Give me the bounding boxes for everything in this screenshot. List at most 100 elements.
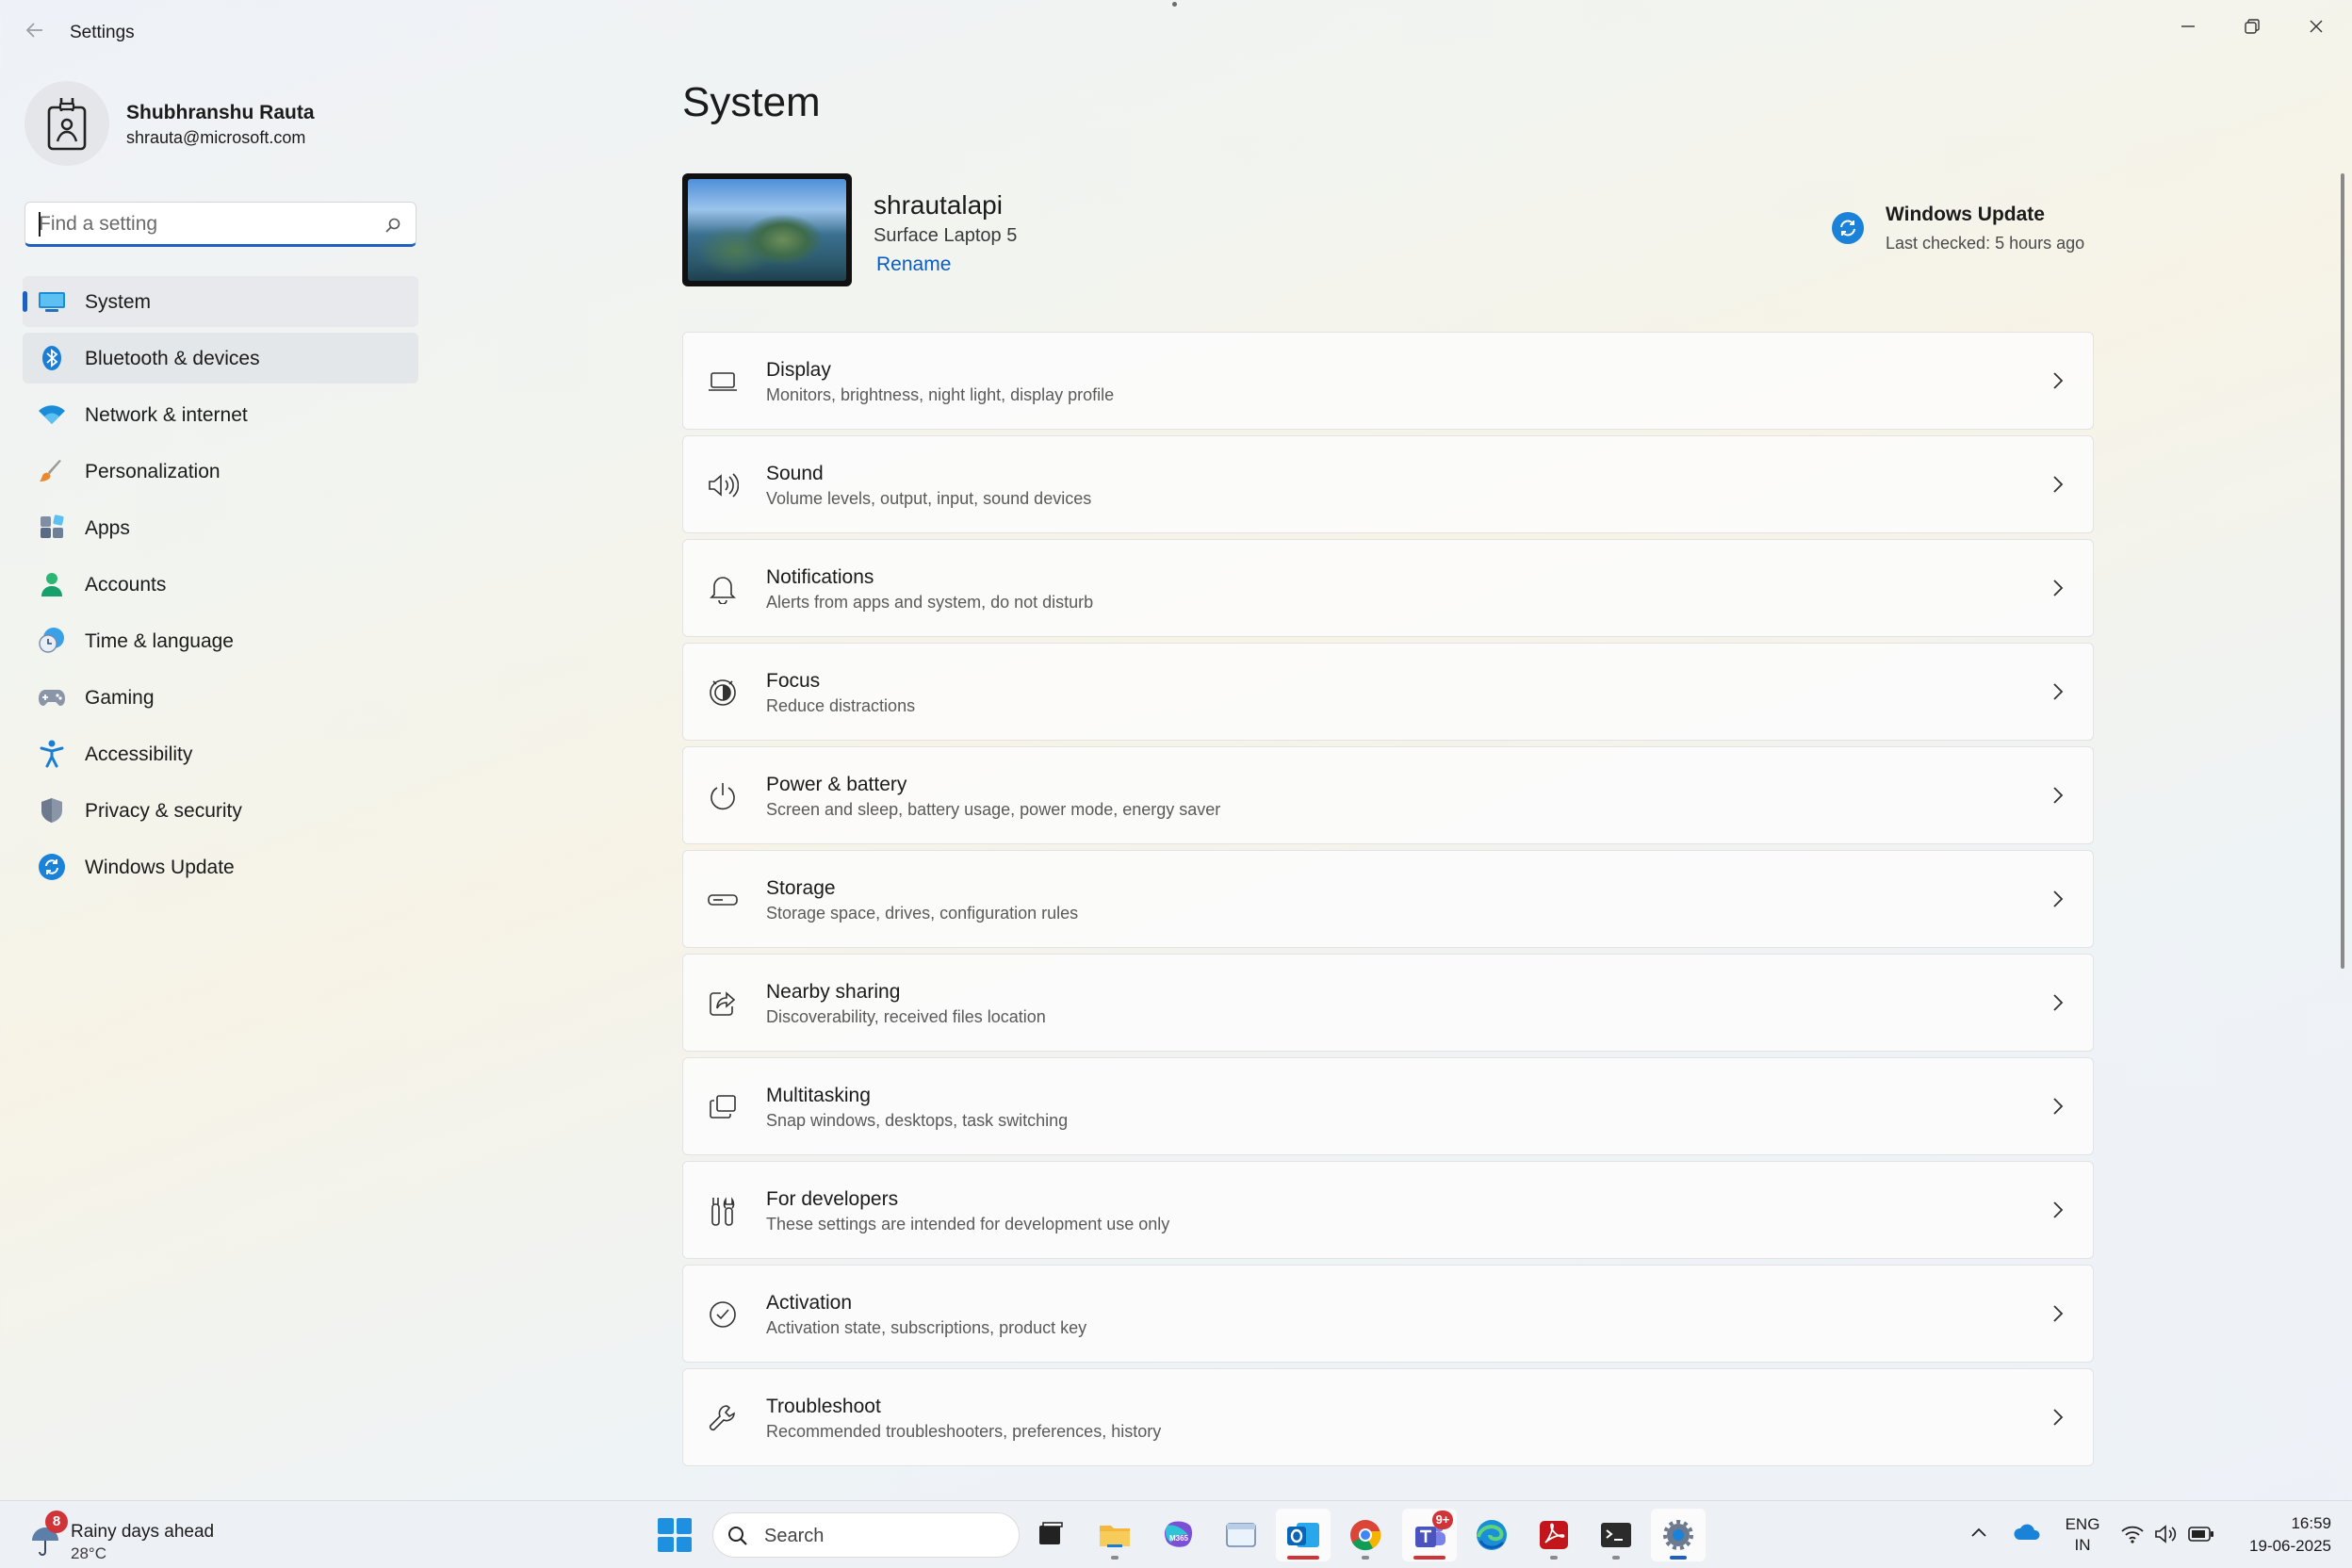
text-caret — [39, 212, 41, 237]
outlook-icon — [1287, 1523, 1319, 1547]
drag-handle[interactable] — [1172, 2, 1177, 7]
search-icon[interactable] — [384, 216, 402, 235]
sidebar-item-privacy[interactable]: Privacy & security — [23, 785, 418, 836]
back-arrow-icon[interactable] — [21, 19, 49, 47]
sidebar-item-label: Network & internet — [85, 404, 248, 426]
sidebar-item-personalization[interactable]: Personalization — [23, 446, 418, 497]
sidebar-item-label: Time & language — [85, 630, 234, 652]
sidebar-nav: System Bluetooth & devices Network & int… — [23, 276, 418, 898]
sidebar-item-accessibility[interactable]: Accessibility — [23, 728, 418, 779]
bluetooth-icon — [38, 345, 66, 371]
m365-app[interactable]: M365 — [1152, 1509, 1206, 1561]
badge-person-icon — [47, 98, 87, 151]
sidebar-item-windows-update[interactable]: Windows Update — [23, 841, 418, 892]
update-icon — [38, 854, 66, 880]
battery-icon[interactable] — [2188, 1526, 2214, 1547]
chrome-app[interactable] — [1338, 1509, 1393, 1561]
card-subtitle: These settings are intended for developm… — [766, 1215, 1170, 1233]
update-icon — [1832, 212, 1864, 244]
sidebar-item-label: Windows Update — [85, 857, 235, 878]
card-for-developers[interactable]: For developers These settings are intend… — [682, 1161, 2094, 1259]
running-indicator — [1362, 1556, 1369, 1560]
card-title: Multitasking — [766, 1085, 871, 1106]
sidebar-item-time-language[interactable]: Time & language — [23, 615, 418, 666]
sidebar-item-accounts[interactable]: Accounts — [23, 559, 418, 610]
sidebar-item-label: Gaming — [85, 687, 155, 709]
weather-widget[interactable]: 8 Rainy days ahead 28°C — [24, 1511, 270, 1562]
volume-icon[interactable] — [2154, 1524, 2180, 1549]
clock[interactable]: 16:59 19-06-2025 — [2231, 1512, 2331, 1558]
chevron-right-icon — [2046, 887, 2070, 911]
card-notifications[interactable]: Notifications Alerts from apps and syste… — [682, 539, 2094, 637]
card-subtitle: Recommended troubleshooters, preferences… — [766, 1422, 1162, 1441]
wifi-icon[interactable] — [2120, 1524, 2145, 1549]
close-button[interactable] — [2288, 8, 2344, 45]
card-power-battery[interactable]: Power & battery Screen and sleep, batter… — [682, 746, 2094, 844]
sidebar-item-network[interactable]: Network & internet — [23, 389, 418, 440]
outlook-app[interactable] — [1276, 1509, 1331, 1561]
brush-icon — [38, 458, 66, 484]
rename-link[interactable]: Rename — [876, 253, 951, 276]
user-profile[interactable]: Shubhranshu Rauta shrauta@microsoft.com — [24, 81, 420, 168]
card-title: For developers — [766, 1188, 899, 1210]
card-display[interactable]: Display Monitors, brightness, night ligh… — [682, 332, 2094, 430]
power-icon — [706, 779, 740, 813]
acrobat-app[interactable] — [1527, 1509, 1581, 1561]
wifi-icon — [38, 401, 66, 428]
card-subtitle: Alerts from apps and system, do not dist… — [766, 593, 1094, 612]
chevron-right-icon — [2046, 1405, 2070, 1429]
windows-update-last-checked: Last checked: 5 hours ago — [1886, 234, 2085, 253]
start-button[interactable] — [658, 1518, 692, 1552]
card-subtitle: Screen and sleep, battery usage, power m… — [766, 800, 1221, 819]
terminal-icon — [1601, 1523, 1631, 1547]
card-sound[interactable]: Sound Volume levels, output, input, soun… — [682, 435, 2094, 533]
card-activation[interactable]: Activation Activation state, subscriptio… — [682, 1265, 2094, 1363]
windows-logo-tile — [658, 1536, 674, 1552]
sidebar-item-apps[interactable]: Apps — [23, 502, 418, 553]
window-icon — [1226, 1523, 1256, 1547]
vertical-scrollbar[interactable] — [2341, 173, 2344, 969]
chevron-right-icon — [2046, 1094, 2070, 1119]
file-explorer-app[interactable] — [1087, 1509, 1142, 1561]
taskbar-search[interactable]: Search — [712, 1512, 1020, 1558]
active-indicator — [1413, 1556, 1446, 1560]
card-title: Display — [766, 359, 831, 381]
restore-button[interactable] — [2224, 8, 2280, 45]
edge-icon — [1477, 1520, 1507, 1550]
chrome-icon — [1350, 1520, 1381, 1551]
search-input[interactable] — [39, 210, 378, 238]
chevron-right-icon — [2046, 990, 2070, 1015]
teams-app[interactable]: 9+ — [1402, 1509, 1457, 1561]
edge-app[interactable] — [1464, 1509, 1519, 1561]
sidebar-item-label: System — [85, 291, 152, 313]
onedrive-icon[interactable] — [2013, 1522, 2041, 1547]
terminal-app[interactable] — [1589, 1509, 1643, 1561]
minimize-button[interactable] — [2160, 8, 2216, 45]
settings-app[interactable] — [1651, 1509, 1706, 1561]
sidebar-item-label: Accounts — [85, 574, 167, 596]
settings-search[interactable] — [24, 202, 416, 247]
minimize-icon — [2181, 25, 2195, 27]
input-language[interactable]: ENG IN — [2064, 1514, 2101, 1556]
sidebar-item-system[interactable]: System — [23, 276, 418, 327]
sidebar-item-bluetooth[interactable]: Bluetooth & devices — [23, 333, 418, 384]
card-nearby-sharing[interactable]: Nearby sharing Discoverability, received… — [682, 954, 2094, 1052]
card-multitasking[interactable]: Multitasking Snap windows, desktops, tas… — [682, 1057, 2094, 1155]
card-storage[interactable]: Storage Storage space, drives, configura… — [682, 850, 2094, 948]
card-focus[interactable]: Focus Reduce distractions — [682, 643, 2094, 741]
chevron-up-icon[interactable] — [1969, 1526, 1988, 1544]
restore-icon — [2245, 19, 2260, 34]
card-troubleshoot[interactable]: Troubleshoot Recommended troubleshooters… — [682, 1368, 2094, 1466]
profile-name: Shubhranshu Rauta — [126, 102, 315, 123]
task-view-app[interactable] — [1023, 1509, 1078, 1561]
sidebar-item-gaming[interactable]: Gaming — [23, 672, 418, 723]
windows-update-status[interactable]: Windows Update Last checked: 5 hours ago — [1832, 202, 2115, 258]
weather-temperature: 28°C — [71, 1544, 106, 1562]
window-app[interactable] — [1214, 1509, 1268, 1561]
avatar[interactable] — [24, 81, 109, 166]
display-icon — [706, 365, 740, 399]
taskbar: 8 Rainy days ahead 28°C Search M365 9+ E… — [0, 1500, 2352, 1568]
card-subtitle: Storage space, drives, configuration rul… — [766, 904, 1079, 923]
settings-card-list: Display Monitors, brightness, night ligh… — [682, 332, 2094, 1472]
weather-title: Rainy days ahead — [71, 1522, 215, 1542]
